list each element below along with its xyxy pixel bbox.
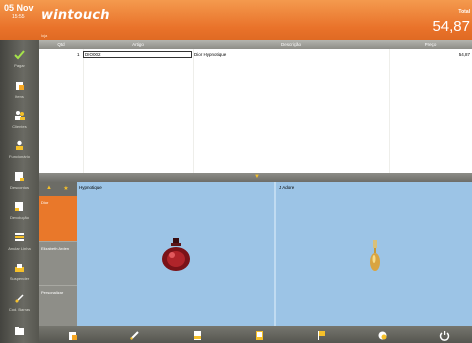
barcode-icon	[15, 294, 24, 303]
sidebar-item-label: Itens	[15, 94, 24, 99]
sidebar-item-clientes[interactable]: Clientes	[0, 110, 39, 140]
perfume-bottle-red-icon	[162, 238, 190, 271]
sidebar-item-label: Suspender	[9, 276, 30, 281]
category-item-elizabeth-arden[interactable]: Elizabeth Arden	[39, 241, 77, 285]
header-bar: 05 Nov 15:55 wintouch loja Total 54,87	[0, 0, 472, 40]
total-label: Total	[458, 9, 470, 15]
sidebar-item-itens[interactable]: Itens	[0, 80, 39, 110]
discount-icon	[15, 172, 24, 181]
sale-lines-grid: Qtd Artigo Descrição Preço 1 DIO002 Dior…	[39, 40, 472, 173]
settings-icon[interactable]	[377, 330, 388, 341]
sidebar-item-folder[interactable]	[0, 325, 39, 343]
sidebar-item-pagar[interactable]: Pagar	[0, 49, 39, 79]
column-divider	[389, 49, 390, 173]
table-row[interactable]: 1 DIO002 Dior Hypnotique 54,87	[39, 51, 472, 59]
row-article: DIO002	[85, 52, 101, 57]
sidebar-item-label: Devolução	[10, 215, 29, 220]
sidebar-item-suspender[interactable]: Suspender	[0, 262, 39, 292]
suspend-icon	[15, 264, 24, 272]
employee-icon	[16, 140, 23, 150]
folder-icon	[15, 327, 24, 335]
sidebar-item-funcionario[interactable]: Funcionário	[0, 140, 39, 170]
header-date: 05 Nov	[4, 3, 34, 13]
chevron-down-icon[interactable]: ▼	[254, 174, 260, 181]
sidebar-item-label: Cod. Barras	[8, 307, 31, 312]
cancel-line-icon	[15, 233, 24, 241]
column-header-qty[interactable]: Qtd	[49, 42, 73, 47]
column-divider	[83, 49, 84, 173]
column-header-article[interactable]: Artigo	[83, 42, 193, 47]
items-icon	[16, 82, 24, 90]
category-panel: ▲ ★ Dior Elizabeth Arden Personalizar	[39, 182, 77, 326]
sidebar-item-label: Funcionário	[9, 154, 30, 159]
pencil-icon[interactable]	[129, 330, 140, 341]
row-qty: 1	[77, 52, 80, 57]
page-icon[interactable]	[254, 330, 265, 341]
flag-icon[interactable]	[316, 330, 327, 341]
sidebar-item-cod-barras[interactable]: Cod. Barras	[0, 293, 39, 323]
sidebar-item-devolucao[interactable]: Devolução	[0, 201, 39, 231]
checkmark-icon	[14, 50, 25, 60]
product-tile-hypnotique[interactable]	[77, 182, 274, 326]
sidebar: Pagar Itens Clientes Funcionário Descont…	[0, 40, 39, 343]
total-value: 54,87	[432, 18, 470, 35]
sidebar-item-descontos[interactable]: Descontos	[0, 171, 39, 201]
row-description: Dior Hypnotique	[194, 52, 227, 57]
grid-header: Qtd Artigo Descrição Preço	[39, 40, 472, 49]
panel-splitter[interactable]: ▼	[39, 173, 472, 182]
app-logo-subtitle: loja	[41, 33, 48, 38]
return-icon	[15, 202, 23, 211]
product-panel: Hypnotique J Adore	[77, 182, 472, 326]
sidebar-item-label: Clientes	[12, 124, 27, 129]
sidebar-item-label: Pagar	[14, 63, 25, 68]
sidebar-item-anular-linha[interactable]: Anular Linha	[0, 232, 39, 262]
category-nav: ▲ ★	[39, 182, 77, 196]
sidebar-item-label: Descontos	[10, 185, 29, 190]
chevron-up-icon[interactable]: ▲	[44, 185, 54, 194]
app-logo: wintouch	[41, 8, 110, 23]
product-tile-jadore[interactable]	[276, 182, 472, 326]
category-item-dior[interactable]: Dior	[39, 196, 77, 241]
row-price: 54,87	[458, 52, 470, 57]
article-input[interactable]: DIO002	[83, 51, 192, 58]
sidebar-item-label: Anular Linha	[8, 246, 31, 251]
column-divider	[193, 49, 194, 173]
document-icon[interactable]	[192, 330, 203, 341]
star-icon[interactable]: ★	[61, 185, 71, 194]
column-header-description[interactable]: Descrição	[193, 42, 389, 47]
perfume-bottle-gold-icon	[370, 240, 380, 271]
power-icon[interactable]	[439, 330, 450, 341]
category-item-personalizar[interactable]: Personalizar	[39, 285, 77, 326]
customers-icon	[15, 111, 25, 120]
header-time: 15:55	[12, 14, 25, 20]
bottom-toolbar	[39, 326, 472, 343]
items-icon[interactable]	[67, 330, 78, 341]
column-header-price[interactable]: Preço	[389, 42, 472, 47]
